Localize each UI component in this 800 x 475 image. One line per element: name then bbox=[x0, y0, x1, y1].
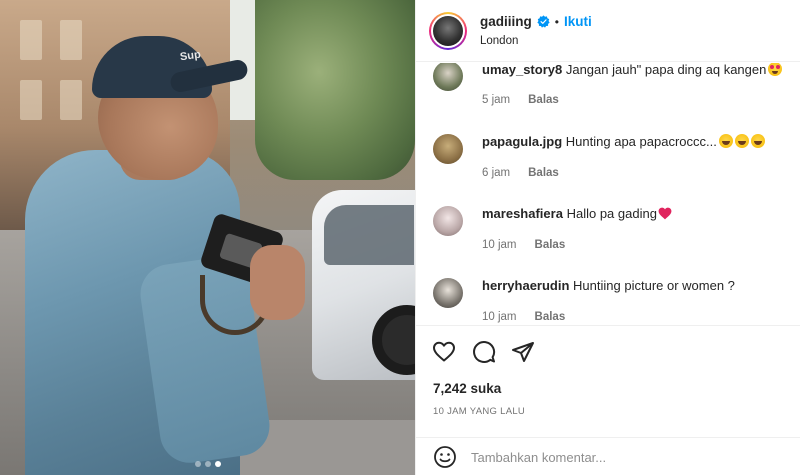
commenter-avatar[interactable] bbox=[433, 63, 463, 91]
comment-body: Hunting apa papacroccc... bbox=[565, 134, 717, 149]
avatar-border bbox=[431, 14, 465, 48]
building-window bbox=[20, 80, 42, 120]
commenter-username[interactable]: herryhaerudin bbox=[482, 278, 569, 293]
comment-body: Jangan jauh" papa ding aq kangen bbox=[565, 63, 767, 77]
joy-emoji-icon bbox=[734, 134, 749, 148]
carousel-dot bbox=[194, 461, 201, 467]
comment-meta: 5 jam Balas bbox=[482, 94, 559, 106]
comment-age: 5 jam bbox=[482, 94, 511, 106]
building-window bbox=[20, 20, 42, 60]
commenter-avatar[interactable] bbox=[433, 206, 463, 236]
comment-text-row: papagula.jpg Hunting apa papacroccc... bbox=[482, 133, 792, 150]
add-comment-bar bbox=[416, 437, 800, 475]
comment-meta: 6 jam Balas bbox=[482, 167, 559, 179]
joy-emoji-icon bbox=[718, 134, 733, 148]
comment-text-row: mareshafiera Hallo pa gading bbox=[482, 205, 792, 222]
reply-button[interactable]: Balas bbox=[528, 167, 559, 179]
comment-input[interactable] bbox=[471, 447, 781, 467]
commenter-username[interactable]: mareshafiera bbox=[482, 206, 563, 221]
person-hand bbox=[250, 245, 305, 320]
post-details-panel: gadiiing • Ikuti London umay_story8 Jang… bbox=[415, 0, 800, 475]
heart-icon[interactable] bbox=[432, 340, 456, 364]
share-icon[interactable] bbox=[511, 340, 535, 364]
building-window bbox=[60, 20, 82, 60]
separator-dot: • bbox=[554, 14, 559, 29]
heart-eyes-emoji-icon bbox=[768, 63, 783, 76]
comment-icon[interactable] bbox=[472, 340, 496, 364]
commenter-username[interactable]: umay_story8 bbox=[482, 63, 562, 77]
comment-item: papagula.jpg Hunting apa papacroccc... 6… bbox=[416, 131, 800, 201]
post-actions: 7,242 suka 10 JAM YANG LALU bbox=[416, 325, 800, 437]
emoji-icon[interactable] bbox=[433, 445, 457, 469]
comment-meta: 10 jam Balas bbox=[482, 239, 565, 251]
building-window bbox=[60, 80, 82, 120]
comment-item: herryhaerudin Huntiing picture or women … bbox=[416, 275, 800, 325]
avatar[interactable] bbox=[429, 12, 467, 50]
carousel-dot bbox=[204, 461, 211, 467]
avatar-image bbox=[433, 16, 463, 46]
comment-text-row: umay_story8 Jangan jauh" papa ding aq ka… bbox=[482, 63, 792, 78]
post-timestamp: 10 JAM YANG LALU bbox=[433, 406, 526, 417]
commenter-username[interactable]: papagula.jpg bbox=[482, 134, 562, 149]
comment-text-row: herryhaerudin Huntiing picture or women … bbox=[482, 277, 792, 294]
comment-body: Hallo pa gading bbox=[566, 206, 657, 221]
red-heart-emoji-icon bbox=[658, 207, 672, 220]
likes-count[interactable]: 7,242 suka bbox=[433, 381, 501, 396]
comment-item: mareshafiera Hallo pa gading 10 jam Bala… bbox=[416, 203, 800, 273]
carousel-dot bbox=[214, 461, 221, 467]
header-user-row: gadiiing • Ikuti bbox=[480, 14, 592, 29]
commenter-avatar[interactable] bbox=[433, 134, 463, 164]
trees bbox=[255, 0, 415, 180]
comment-age: 10 jam bbox=[482, 239, 517, 251]
reply-button[interactable]: Balas bbox=[535, 311, 566, 323]
carousel-indicator bbox=[0, 461, 415, 467]
commenter-avatar[interactable] bbox=[433, 278, 463, 308]
comment-meta: 10 jam Balas bbox=[482, 311, 565, 323]
post-header: gadiiing • Ikuti London bbox=[416, 0, 800, 62]
comment-age: 10 jam bbox=[482, 311, 517, 323]
comment-body: Huntiing picture or women ? bbox=[573, 278, 735, 293]
van-window bbox=[324, 205, 414, 265]
location-link[interactable]: London bbox=[480, 35, 518, 47]
reply-button[interactable]: Balas bbox=[535, 239, 566, 251]
post-photo[interactable]: Sup bbox=[0, 0, 415, 475]
reply-button[interactable]: Balas bbox=[528, 94, 559, 106]
username-link[interactable]: gadiiing bbox=[480, 14, 532, 29]
joy-emoji-icon bbox=[750, 134, 765, 148]
comments-list[interactable]: umay_story8 Jangan jauh" papa ding aq ka… bbox=[416, 63, 800, 325]
follow-button[interactable]: Ikuti bbox=[564, 14, 592, 29]
comment-item: umay_story8 Jangan jauh" papa ding aq ka… bbox=[416, 63, 800, 131]
comment-age: 6 jam bbox=[482, 167, 511, 179]
verified-badge-icon bbox=[537, 15, 550, 28]
